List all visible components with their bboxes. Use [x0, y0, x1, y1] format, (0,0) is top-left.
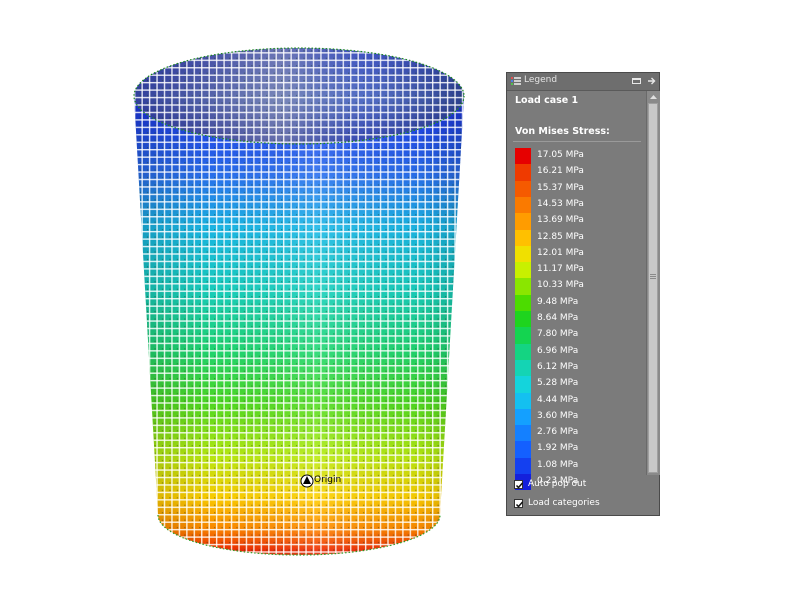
scale-row: 7.80 MPa: [515, 327, 643, 344]
scale-color-swatch: [515, 376, 531, 393]
scale-color-swatch: [515, 164, 531, 181]
model-viewport[interactable]: Origin: [0, 0, 800, 598]
scale-value-label: 13.69 MPa: [537, 215, 584, 226]
auto-pop-out-checkbox[interactable]: Auto pop out: [514, 478, 654, 492]
load-categories-label: Load categories: [528, 498, 600, 508]
scale-row: 12.01 MPa: [515, 245, 643, 263]
scale-value-label: 1.08 MPa: [537, 459, 579, 470]
scale-row: 11.17 MPa: [515, 262, 643, 279]
scale-color-swatch: [515, 278, 531, 295]
scale-value-label: 9.48 MPa: [537, 296, 579, 307]
scale-row: 4.44 MPa: [515, 392, 643, 409]
load-categories-checkbox[interactable]: Load categories: [514, 497, 654, 511]
scale-color-swatch: [515, 262, 531, 279]
scale-color-swatch: [515, 359, 531, 377]
scale-row: 16.21 MPa: [515, 164, 643, 181]
scale-row: 13.69 MPa: [515, 213, 643, 230]
scale-value-label: 11.17 MPa: [537, 264, 584, 275]
scale-row: 6.96 MPa: [515, 343, 643, 360]
scale-row: 15.37 MPa: [515, 180, 643, 197]
scale-row: 6.12 MPa: [515, 359, 643, 377]
scale-color-swatch: [515, 343, 531, 360]
scale-row: 2.76 MPa: [515, 425, 643, 442]
scale-value-label: 4.44 MPa: [537, 394, 579, 405]
divider: [513, 141, 641, 142]
legend-list-icon: [511, 77, 521, 85]
scale-value-label: 3.60 MPa: [537, 410, 579, 421]
legend-titlebar[interactable]: Legend: [507, 73, 659, 91]
scroll-up-icon[interactable]: [649, 93, 658, 101]
scale-value-label: 7.80 MPa: [537, 329, 579, 340]
scale-color-swatch: [515, 294, 531, 312]
checkbox-box[interactable]: [514, 480, 524, 489]
scale-color-swatch: [515, 408, 531, 426]
checkmark-icon: [515, 482, 524, 489]
scale-row: 1.92 MPa: [515, 441, 643, 458]
legend-content: Load case 1 Von Mises Stress: 17.05 MPa 1…: [508, 91, 644, 491]
scale-value-label: 2.76 MPa: [537, 427, 579, 438]
legend-title: Legend: [524, 75, 558, 85]
scale-color-swatch: [515, 392, 531, 409]
load-case-label: Load case 1: [515, 95, 579, 106]
scale-row: 12.85 MPa: [515, 229, 643, 246]
checkmark-icon: [515, 501, 524, 508]
legend-panel: Legend Load case 1 Von Mises Stress: 17.…: [506, 72, 660, 516]
scale-value-label: 12.85 MPa: [537, 231, 584, 242]
scale-value-label: 17.05 MPa: [537, 150, 584, 160]
scale-color-swatch: [515, 327, 531, 344]
scale-value-label: 6.96 MPa: [537, 345, 579, 356]
scale-color-swatch: [515, 245, 531, 263]
grip-icon: [650, 274, 656, 279]
scale-row: 5.28 MPa: [515, 376, 643, 393]
scale-row: 14.53 MPa: [515, 196, 643, 214]
origin-label: Origin: [314, 475, 342, 485]
scale-value-label: 15.37 MPa: [537, 182, 584, 193]
arrow-right-icon[interactable]: [646, 75, 657, 87]
scale-row: 1.08 MPa: [515, 457, 643, 475]
scale-row: 10.33 MPa: [515, 278, 643, 295]
legend-scrollbar[interactable]: [646, 91, 660, 475]
scale-row: 8.64 MPa: [515, 311, 643, 328]
restore-panel-icon[interactable]: [631, 75, 642, 87]
scrollbar-thumb[interactable]: [648, 103, 658, 473]
scale-value-label: 16.21 MPa: [537, 166, 584, 177]
scale-row: 9.48 MPa: [515, 294, 643, 312]
scale-color-swatch: [515, 441, 531, 458]
scale-color-swatch: [515, 180, 531, 197]
checkbox-box[interactable]: [514, 499, 524, 508]
scale-row: 17.05 MPa: [515, 148, 643, 165]
scale-value-label: 12.01 MPa: [537, 247, 584, 258]
scale-row: 3.60 MPa: [515, 408, 643, 426]
scale-color-swatch: [515, 425, 531, 442]
scale-color-swatch: [515, 196, 531, 214]
stress-type-label: Von Mises Stress:: [515, 126, 610, 137]
scale-value-label: 5.28 MPa: [537, 378, 579, 389]
scale-color-swatch: [515, 457, 531, 475]
scale-color-swatch: [515, 311, 531, 328]
auto-pop-out-label: Auto pop out: [528, 479, 587, 489]
scale-color-swatch: [515, 148, 531, 165]
scale-value-label: 1.92 MPa: [537, 443, 579, 454]
scale-value-label: 14.53 MPa: [537, 198, 584, 209]
scale-value-label: 10.33 MPa: [537, 280, 584, 291]
stress-cylinder-model[interactable]: [0, 0, 800, 598]
scale-color-swatch: [515, 213, 531, 230]
scale-color-swatch: [515, 229, 531, 246]
scale-value-label: 8.64 MPa: [537, 313, 579, 323]
scale-value-label: 6.12 MPa: [537, 361, 579, 372]
